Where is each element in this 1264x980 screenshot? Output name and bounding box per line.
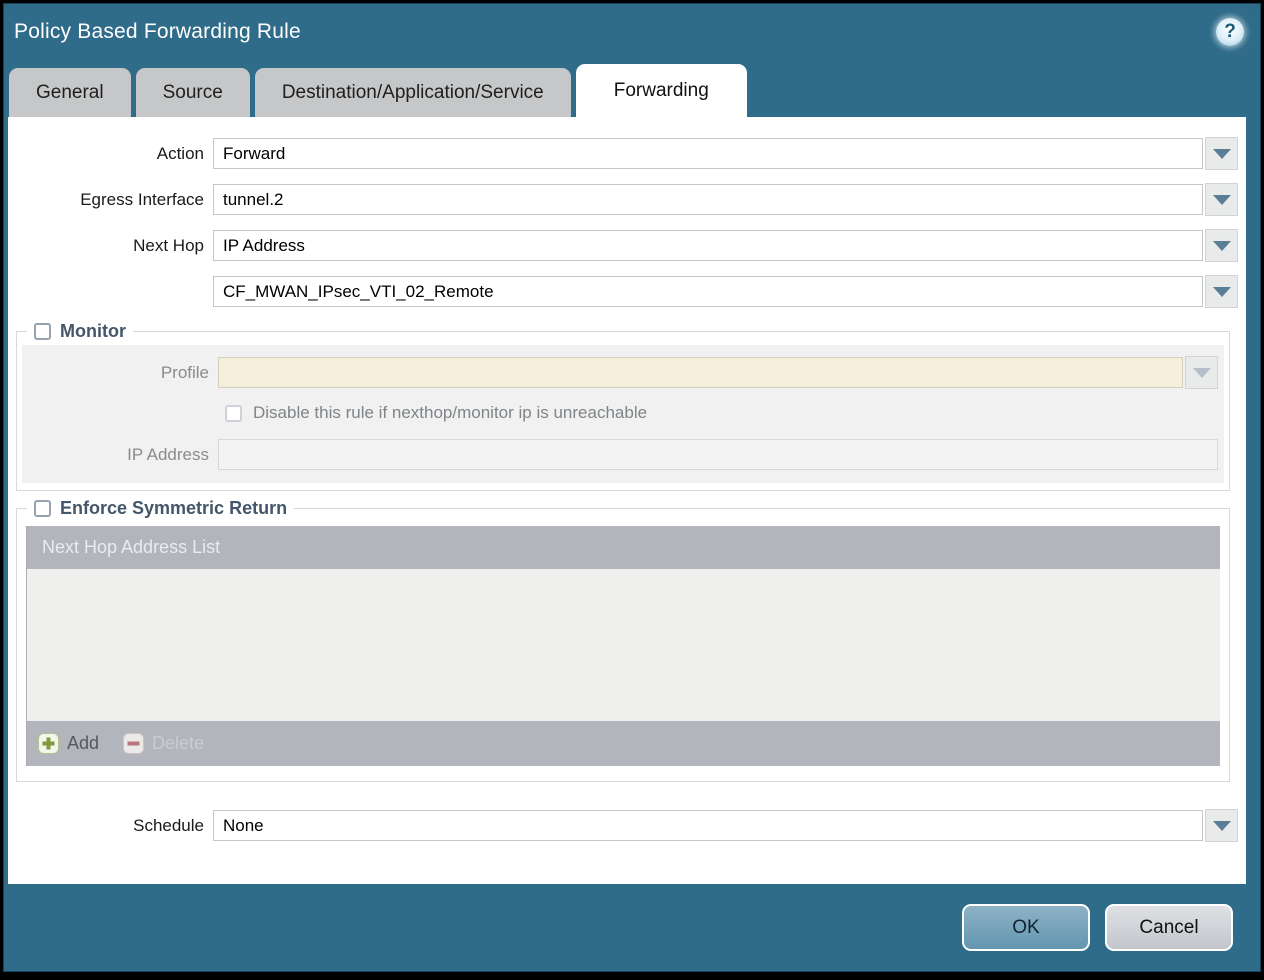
next-hop-type-combobox[interactable]: IP Address (213, 230, 1203, 261)
ok-button[interactable]: OK (962, 904, 1090, 951)
next-hop-type-dropdown-trigger[interactable] (1205, 229, 1238, 262)
add-button-label: Add (67, 733, 100, 753)
policy-based-forwarding-dialog: Policy Based Forwarding Rule ? General S… (3, 3, 1261, 972)
next-hop-address-combobox[interactable]: CF_MWAN_IPsec_VTI_02_Remote (213, 276, 1203, 307)
chevron-down-icon (1212, 286, 1231, 297)
monitor-legend-label: Monitor (60, 321, 126, 341)
disable-rule-row: Disable this rule if nexthop/monitor ip … (225, 403, 1218, 423)
monitor-legend: Monitor (27, 321, 133, 342)
profile-label: Profile (160, 362, 209, 382)
action-label: Action (156, 143, 204, 163)
enforce-symmetric-return-legend: Enforce Symmetric Return (27, 498, 294, 519)
profile-row: Profile (28, 356, 1218, 389)
next-hop-address-list-body (27, 569, 1220, 721)
chevron-down-icon (1192, 367, 1211, 378)
schedule-combobox[interactable]: None (213, 810, 1203, 841)
schedule-label: Schedule (133, 815, 204, 835)
action-row: Action Forward (8, 137, 1238, 170)
enforce-symmetric-return-legend-label: Enforce Symmetric Return (60, 498, 288, 518)
monitor-checkbox[interactable] (34, 323, 51, 340)
next-hop-address-list-header: Next Hop Address List (27, 526, 1220, 569)
tab-bar: General Source Destination/Application/S… (4, 60, 1260, 117)
egress-interface-combobox[interactable]: tunnel.2 (213, 184, 1203, 215)
enforce-symmetric-return-checkbox[interactable] (34, 500, 51, 517)
monitor-ip-address-label: IP Address (127, 444, 209, 464)
profile-dropdown-trigger[interactable] (1185, 356, 1218, 389)
add-button[interactable]: Add (38, 733, 99, 754)
next-hop-address-dropdown-trigger[interactable] (1205, 275, 1238, 308)
next-hop-row: Next Hop IP Address (8, 229, 1238, 262)
next-hop-label: Next Hop (133, 235, 204, 255)
dialog-title: Policy Based Forwarding Rule (14, 20, 301, 43)
dialog-footer: OK Cancel (4, 884, 1260, 971)
next-hop-address-list-table: Next Hop Address List Add Delete (26, 526, 1220, 766)
plus-icon (38, 733, 59, 754)
disable-rule-checkbox[interactable] (225, 404, 242, 422)
monitor-panel: Profile Disable this rule if nexthop/mon… (22, 345, 1224, 483)
forwarding-tab-panel: Action Forward Egress Interface tunnel.2… (8, 117, 1246, 884)
enforce-symmetric-return-fieldset: Enforce Symmetric Return Next Hop Addres… (16, 498, 1230, 782)
schedule-dropdown-trigger[interactable] (1205, 809, 1238, 842)
delete-button[interactable]: Delete (123, 733, 204, 754)
egress-interface-row: Egress Interface tunnel.2 (8, 183, 1238, 216)
tab-source[interactable]: Source (135, 68, 250, 117)
action-dropdown-trigger[interactable] (1205, 137, 1238, 170)
tab-forwarding[interactable]: Forwarding (575, 64, 747, 117)
chevron-down-icon (1212, 240, 1231, 251)
chevron-down-icon (1212, 194, 1231, 205)
monitor-ip-address-row: IP Address (28, 439, 1218, 470)
profile-combobox[interactable] (218, 357, 1183, 388)
chevron-down-icon (1212, 148, 1231, 159)
tab-destination-application-service[interactable]: Destination/Application/Service (254, 68, 571, 117)
cancel-button[interactable]: Cancel (1105, 904, 1233, 951)
action-combobox[interactable]: Forward (213, 138, 1203, 169)
schedule-row: Schedule None (8, 809, 1238, 842)
monitor-ip-address-input[interactable] (218, 439, 1218, 470)
disable-rule-label: Disable this rule if nexthop/monitor ip … (253, 403, 648, 422)
chevron-down-icon (1212, 820, 1231, 831)
help-icon[interactable]: ? (1216, 18, 1244, 46)
tab-general[interactable]: General (9, 68, 131, 117)
egress-interface-dropdown-trigger[interactable] (1205, 183, 1238, 216)
minus-icon (123, 733, 145, 754)
dialog-titlebar: Policy Based Forwarding Rule ? (4, 4, 1260, 60)
next-hop-address-list-toolbar: Add Delete (27, 721, 1220, 766)
egress-interface-label: Egress Interface (80, 189, 204, 209)
next-hop-address-row: CF_MWAN_IPsec_VTI_02_Remote (8, 275, 1238, 308)
delete-button-label: Delete (152, 733, 205, 753)
monitor-fieldset: Monitor Profile Disable this rule if nex… (16, 321, 1230, 491)
